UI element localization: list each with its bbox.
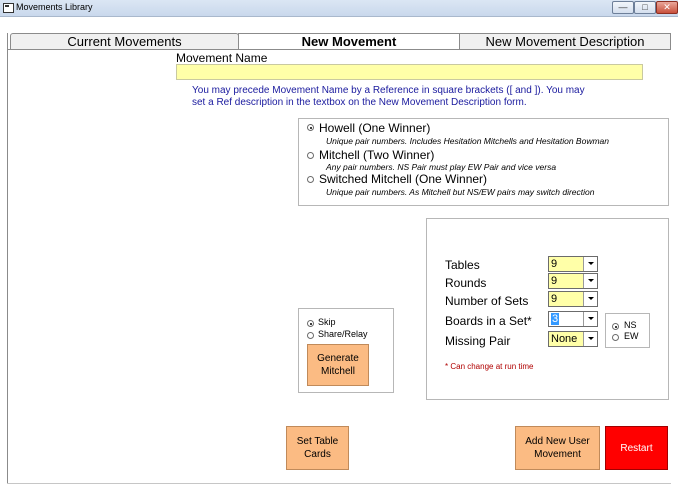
boards-in-set-value: 3: [551, 313, 560, 325]
number-of-sets-select[interactable]: 9: [548, 291, 598, 307]
rounds-label: Rounds: [445, 276, 487, 290]
movement-type-group: Howell (One Winner) Unique pair numbers.…: [298, 118, 669, 206]
minimize-button[interactable]: —: [612, 1, 634, 14]
number-of-sets-value: 9: [551, 293, 558, 305]
add-new-line1: Add New User: [525, 436, 590, 447]
radio-share-relay[interactable]: [307, 332, 314, 339]
switched-mitchell-label: Switched Mitchell (One Winner): [319, 172, 488, 186]
radio-ew[interactable]: [612, 334, 619, 341]
frame-left-border: [7, 33, 8, 483]
window-title: Movements Library: [16, 2, 93, 12]
ns-label: NS: [624, 320, 637, 330]
generate-mitchell-line1: Generate: [317, 353, 359, 364]
number-of-sets-label: Number of Sets: [445, 294, 529, 308]
chevron-down-icon[interactable]: [583, 312, 597, 326]
mitchell-options-group: Skip Share/Relay Generate Mitchell: [298, 308, 394, 393]
chevron-down-icon[interactable]: [583, 332, 597, 346]
maximize-button[interactable]: □: [634, 1, 656, 14]
app-icon: [3, 3, 14, 13]
chevron-down-icon[interactable]: [583, 257, 597, 271]
add-new-line2: Movement: [534, 449, 581, 460]
restart-button[interactable]: Restart: [605, 426, 668, 470]
ew-label: EW: [624, 331, 639, 341]
run-time-note: * Can change at run time: [445, 362, 534, 371]
movement-name-label: Movement Name: [176, 51, 268, 65]
chevron-down-icon[interactable]: [583, 274, 597, 288]
frame-bottom-border: [7, 483, 671, 484]
info-line-2: set a Ref description in the textbox on …: [192, 97, 527, 108]
add-new-user-movement-button[interactable]: Add New User Movement: [515, 426, 600, 470]
radio-skip[interactable]: [307, 320, 314, 327]
movement-name-input[interactable]: [176, 64, 643, 80]
boards-in-set-select[interactable]: 3: [548, 311, 598, 327]
switched-mitchell-description: Unique pair numbers. As Mitchell but NS/…: [326, 187, 595, 197]
radio-mitchell[interactable]: [307, 152, 314, 159]
mitchell-label: Mitchell (Two Winner): [319, 148, 435, 162]
movement-name-info: You may precede Movement Name by a Refer…: [192, 85, 632, 109]
set-table-line2: Cards: [304, 449, 331, 460]
howell-label: Howell (One Winner): [319, 121, 431, 135]
radio-ns[interactable]: [612, 323, 619, 330]
set-table-cards-button[interactable]: Set Table Cards: [286, 426, 349, 470]
radio-switched-mitchell[interactable]: [307, 176, 314, 183]
tables-select[interactable]: 9: [548, 256, 598, 272]
tab-bar: Current Movements New Movement New Movem…: [0, 17, 678, 50]
missing-pair-value: None: [551, 333, 578, 345]
tab-new-movement[interactable]: New Movement: [238, 33, 460, 50]
info-line-1: You may precede Movement Name by a Refer…: [192, 85, 585, 96]
tab-current-movements[interactable]: Current Movements: [10, 33, 239, 49]
tables-label: Tables: [445, 258, 480, 272]
howell-description: Unique pair numbers. Includes Hesitation…: [326, 136, 610, 146]
set-table-line1: Set Table: [296, 436, 339, 447]
generate-mitchell-line2: Mitchell: [321, 366, 355, 377]
share-relay-label: Share/Relay: [318, 329, 368, 339]
tab-new-movement-description[interactable]: New Movement Description: [459, 33, 671, 49]
window-titlebar: Movements Library — □ ✕: [0, 0, 678, 17]
chevron-down-icon[interactable]: [583, 292, 597, 306]
close-button[interactable]: ✕: [656, 1, 678, 14]
missing-pair-label: Missing Pair: [445, 334, 511, 348]
radio-howell[interactable]: [307, 124, 314, 131]
movement-settings-group: [426, 218, 669, 400]
boards-in-set-label: Boards in a Set*: [445, 314, 532, 328]
generate-mitchell-button[interactable]: Generate Mitchell: [307, 344, 369, 386]
rounds-select[interactable]: 9: [548, 273, 598, 289]
direction-group: NS EW: [605, 313, 650, 348]
mitchell-description: Any pair numbers. NS Pair must play EW P…: [326, 162, 557, 172]
rounds-value: 9: [551, 275, 558, 287]
tables-value: 9: [551, 258, 558, 270]
missing-pair-select[interactable]: None: [548, 331, 598, 347]
tab-divider: [7, 49, 671, 50]
skip-label: Skip: [318, 317, 336, 327]
